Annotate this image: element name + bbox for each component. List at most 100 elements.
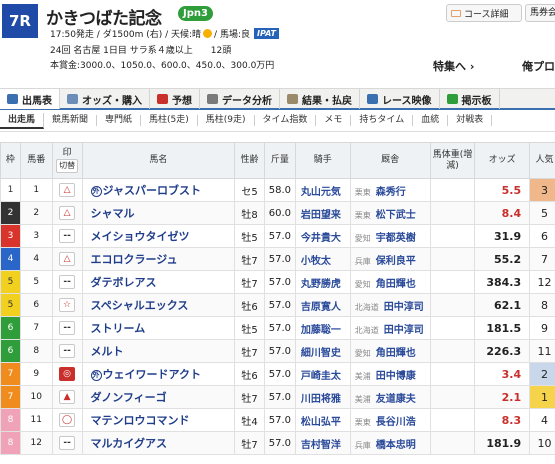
jockey-cell[interactable]: 川田将雅: [294, 385, 351, 409]
mark-button[interactable]: --: [59, 229, 76, 243]
jockey-cell[interactable]: 丸山元気: [294, 178, 351, 202]
mark-cell[interactable]: ▲: [51, 385, 83, 409]
toggle-mark-button[interactable]: 切替: [56, 159, 79, 173]
tab-6[interactable]: 掲示板: [440, 89, 500, 109]
trainer-name[interactable]: 宇都英樹: [376, 233, 416, 244]
subtab-3[interactable]: 馬柱(5走): [141, 115, 198, 126]
jockey-cell[interactable]: 岩田望来: [294, 201, 351, 225]
jockey-cell[interactable]: 細川智史: [294, 339, 351, 363]
ticket-button[interactable]: 馬券会: [525, 4, 555, 22]
mark-button[interactable]: --: [59, 436, 76, 450]
mark-cell[interactable]: --: [51, 270, 83, 294]
trainer-cell[interactable]: 兵庫 保利良平: [349, 247, 431, 271]
horse-name[interactable]: シャマル: [91, 207, 135, 220]
odds-cell[interactable]: 181.5: [474, 316, 531, 340]
jockey-cell[interactable]: 吉村智洋: [294, 431, 351, 455]
mark-button[interactable]: △: [59, 183, 76, 197]
trainer-cell[interactable]: 愛知 角田輝也: [349, 270, 431, 294]
subtab-1[interactable]: 競馬新聞: [44, 115, 98, 126]
mark-cell[interactable]: △: [51, 178, 83, 202]
odds-cell[interactable]: 3.4: [474, 362, 531, 386]
mark-button[interactable]: △: [59, 206, 76, 220]
trainer-cell[interactable]: 栗東 森秀行: [349, 178, 431, 202]
jockey-cell[interactable]: 今井貴大: [294, 224, 351, 248]
feature-link[interactable]: 特集へ ›: [433, 58, 474, 74]
course-detail-button[interactable]: コース詳細: [446, 4, 522, 22]
mark-button[interactable]: ◯: [59, 413, 76, 427]
horse-name[interactable]: ウェイワードアクト: [103, 368, 201, 381]
horse-name-cell[interactable]: ストリーム: [81, 316, 236, 340]
horse-name[interactable]: ダテボレアス: [91, 276, 157, 289]
odds-cell[interactable]: 5.5: [474, 178, 531, 202]
trainer-cell[interactable]: 美浦 友道康夫: [349, 385, 431, 409]
mark-button[interactable]: --: [59, 275, 76, 289]
jockey-cell[interactable]: 戸崎圭太: [294, 362, 351, 386]
horse-name-cell[interactable]: スペシャルエックス: [81, 293, 236, 317]
horse-name-cell[interactable]: マルカイグアス: [81, 431, 236, 455]
subtab-6[interactable]: メモ: [316, 115, 352, 126]
mark-cell[interactable]: △: [51, 201, 83, 225]
trainer-name[interactable]: 松下武士: [376, 210, 416, 221]
mark-button[interactable]: --: [59, 344, 76, 358]
trainer-cell[interactable]: 兵庫 橋本忠明: [349, 431, 431, 455]
trainer-name[interactable]: 森秀行: [376, 187, 406, 198]
trainer-name[interactable]: 角田輝也: [376, 279, 416, 290]
odds-cell[interactable]: 55.2: [474, 247, 531, 271]
jockey-cell[interactable]: 松山弘平: [294, 408, 351, 432]
trainer-cell[interactable]: 愛知 角田輝也: [349, 339, 431, 363]
mark-cell[interactable]: --: [51, 224, 83, 248]
trainer-name[interactable]: 角田輝也: [376, 348, 416, 359]
subtab-5[interactable]: タイム指数: [255, 115, 317, 126]
horse-name[interactable]: マルカイグアス: [91, 437, 167, 450]
trainer-cell[interactable]: 栗東 松下武士: [349, 201, 431, 225]
tab-1[interactable]: オッズ・購入: [60, 89, 150, 109]
odds-cell[interactable]: 226.3: [474, 339, 531, 363]
subtab-9[interactable]: 対戦表: [448, 115, 493, 126]
horse-name[interactable]: ダノンフィーゴ: [91, 391, 167, 404]
mark-cell[interactable]: --: [51, 431, 83, 455]
tab-3[interactable]: データ分析: [200, 89, 280, 109]
horse-name-cell[interactable]: エコロクラージュ: [81, 247, 236, 271]
mark-button[interactable]: △: [59, 252, 76, 266]
trainer-cell[interactable]: 愛知 宇都英樹: [349, 224, 431, 248]
subtab-4[interactable]: 馬柱(9走): [198, 115, 255, 126]
horse-name[interactable]: ストリーム: [91, 322, 146, 335]
trainer-cell[interactable]: 美浦 田中博康: [349, 362, 431, 386]
mark-cell[interactable]: --: [51, 339, 83, 363]
mark-button[interactable]: ◎: [59, 367, 76, 381]
jockey-cell[interactable]: 小牧太: [294, 247, 351, 271]
mark-cell[interactable]: ◯: [51, 408, 83, 432]
horse-name[interactable]: マテンロウコマンド: [91, 414, 190, 427]
trainer-name[interactable]: 保利良平: [376, 256, 416, 267]
mark-cell[interactable]: ☆: [51, 293, 83, 317]
jockey-cell[interactable]: 加藤聡一: [294, 316, 351, 340]
subtab-0[interactable]: 出走馬: [0, 112, 45, 129]
mark-button[interactable]: --: [59, 321, 76, 335]
horse-name-cell[interactable]: シャマル: [81, 201, 236, 225]
horse-name[interactable]: エコロクラージュ: [91, 253, 178, 266]
odds-cell[interactable]: 181.9: [474, 431, 531, 455]
odds-cell[interactable]: 8.3: [474, 408, 531, 432]
trainer-name[interactable]: 田中淳司: [384, 302, 424, 313]
odds-cell[interactable]: 8.4: [474, 201, 531, 225]
subtab-2[interactable]: 専門紙: [97, 115, 142, 126]
jockey-cell[interactable]: 丸野勝虎: [294, 270, 351, 294]
trainer-cell[interactable]: 北海道 田中淳司: [349, 293, 431, 317]
odds-cell[interactable]: 384.3: [474, 270, 531, 294]
ipat-badge[interactable]: IPAT: [253, 28, 279, 39]
odds-cell[interactable]: 31.9: [474, 224, 531, 248]
tab-2[interactable]: 予想: [150, 89, 200, 109]
trainer-name[interactable]: 長谷川浩: [376, 417, 416, 428]
mark-cell[interactable]: △: [51, 247, 83, 271]
favorite-link[interactable]: 俺プロ: [522, 58, 555, 74]
trainer-name[interactable]: 友道康夫: [376, 394, 416, 405]
horse-name[interactable]: メイショウタイゼツ: [91, 230, 190, 243]
horse-name-cell[interactable]: メイショウタイゼツ: [81, 224, 236, 248]
tab-5[interactable]: レース映像: [360, 89, 440, 109]
horse-name-cell[interactable]: マテンロウコマンド: [81, 408, 236, 432]
horse-name-cell[interactable]: 外ジャスパーロブスト: [81, 178, 236, 202]
odds-cell[interactable]: 62.1: [474, 293, 531, 317]
mark-button[interactable]: ☆: [59, 298, 76, 312]
horse-name-cell[interactable]: ダテボレアス: [81, 270, 236, 294]
horse-name[interactable]: メルト: [91, 345, 124, 358]
